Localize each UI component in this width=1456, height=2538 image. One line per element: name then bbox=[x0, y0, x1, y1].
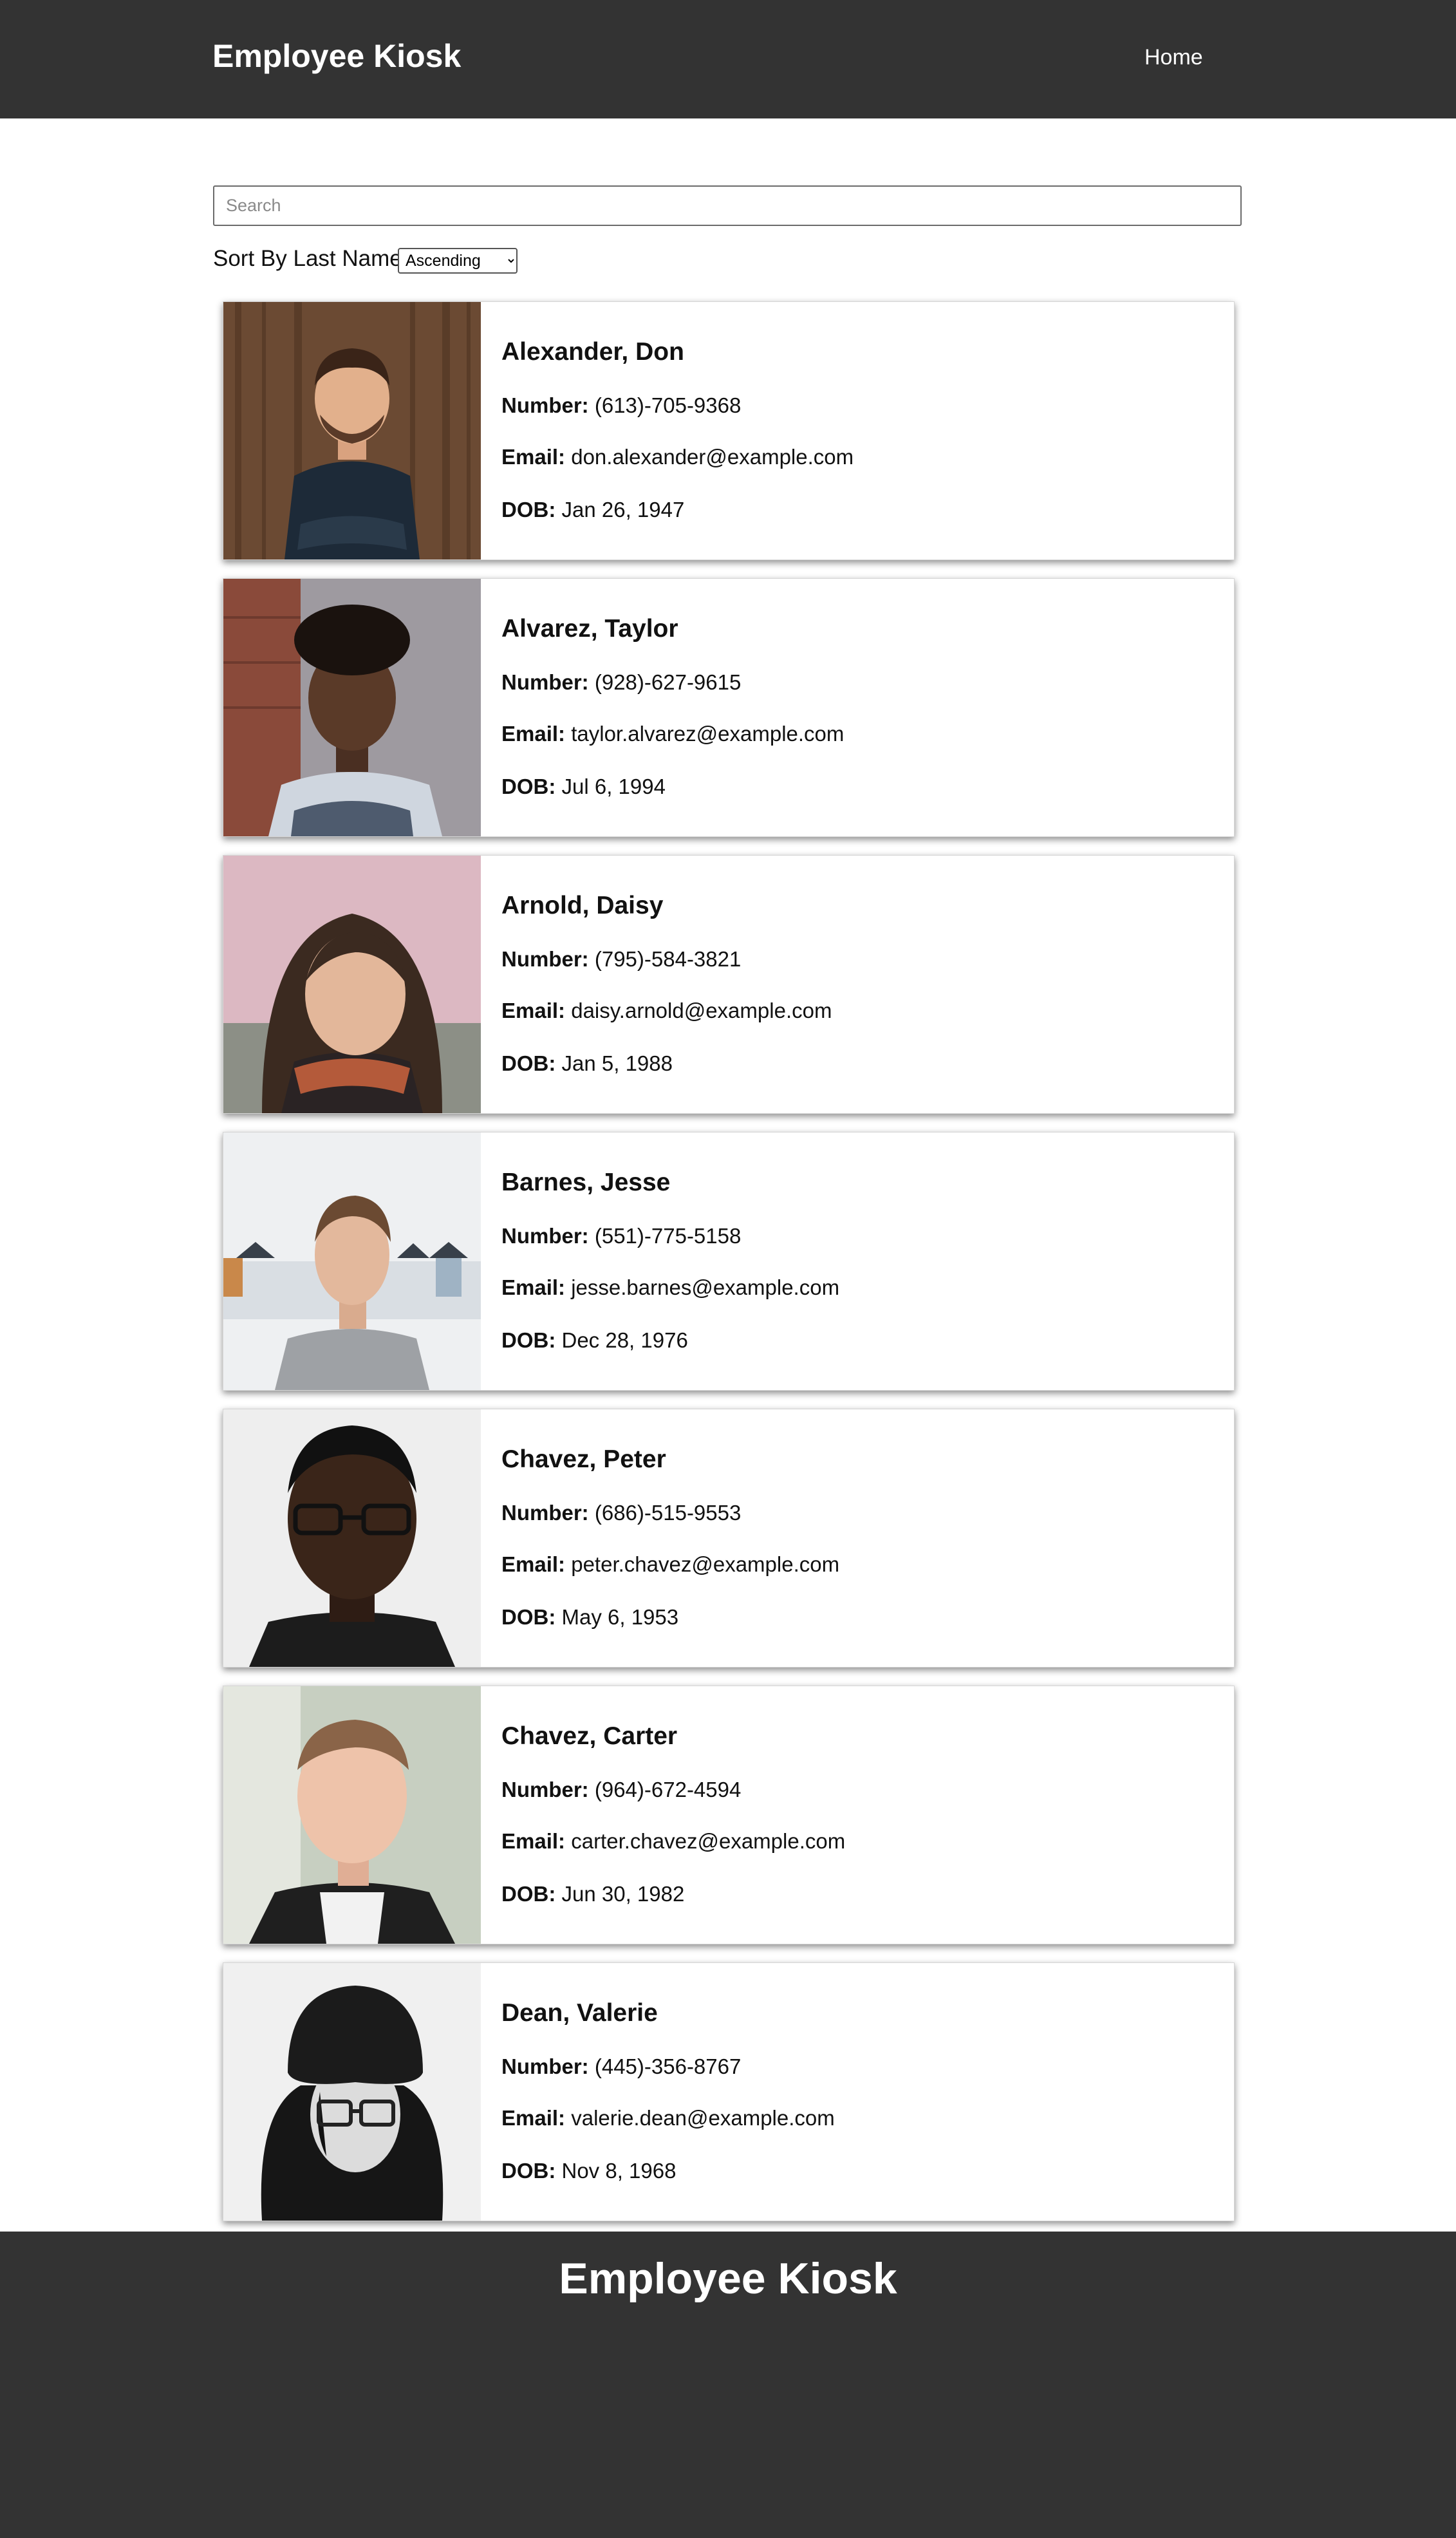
dob-label: DOB: bbox=[501, 2159, 556, 2183]
email-value: daisy.arnold@example.com bbox=[571, 999, 832, 1022]
employee-dob: DOB: Jan 5, 1988 bbox=[501, 1051, 673, 1076]
employee-photo bbox=[223, 1963, 481, 2221]
employee-email: Email: don.alexander@example.com bbox=[501, 445, 854, 469]
dob-value: Jun 30, 1982 bbox=[561, 1882, 685, 1906]
employee-number: Number: (445)-356-8767 bbox=[501, 2054, 741, 2079]
dob-label: DOB: bbox=[501, 1605, 556, 1629]
number-value: (795)-584-3821 bbox=[594, 947, 742, 971]
email-value: don.alexander@example.com bbox=[571, 445, 854, 469]
email-label: Email: bbox=[501, 1552, 566, 1576]
employee-card: Alvarez, Taylor Number: (928)-627-9615 E… bbox=[223, 578, 1235, 837]
dob-label: DOB: bbox=[501, 775, 556, 798]
employee-photo bbox=[223, 1133, 481, 1390]
number-value: (613)-705-9368 bbox=[594, 393, 742, 417]
employee-card: Alexander, Don Number: (613)-705-9368 Em… bbox=[223, 301, 1235, 560]
number-label: Number: bbox=[501, 947, 589, 971]
number-value: (551)-775-5158 bbox=[594, 1224, 742, 1248]
employee-email: Email: carter.chavez@example.com bbox=[501, 1829, 845, 1854]
employee-number: Number: (964)-672-4594 bbox=[501, 1778, 741, 1802]
employee-dob: DOB: Jan 26, 1947 bbox=[501, 498, 684, 522]
number-value: (964)-672-4594 bbox=[594, 1778, 742, 1801]
dob-label: DOB: bbox=[501, 1051, 556, 1075]
number-label: Number: bbox=[501, 2054, 589, 2078]
email-value: jesse.barnes@example.com bbox=[571, 1275, 840, 1299]
sort-order-select[interactable]: Ascending bbox=[398, 248, 518, 274]
search-input[interactable] bbox=[213, 185, 1242, 226]
dob-value: Jan 26, 1947 bbox=[561, 498, 685, 522]
email-label: Email: bbox=[501, 722, 566, 746]
employee-number: Number: (928)-627-9615 bbox=[501, 670, 741, 695]
top-navbar: Employee Kiosk Home bbox=[0, 0, 1456, 118]
employee-name: Arnold, Daisy bbox=[501, 892, 664, 919]
employee-card: Dean, Valerie Number: (445)-356-8767 Ema… bbox=[223, 1962, 1235, 2221]
employee-number: Number: (686)-515-9553 bbox=[501, 1501, 741, 1525]
employee-name: Alvarez, Taylor bbox=[501, 615, 678, 643]
email-label: Email: bbox=[501, 2106, 566, 2130]
email-value: valerie.dean@example.com bbox=[571, 2106, 835, 2130]
number-label: Number: bbox=[501, 670, 589, 694]
footer-title: Employee Kiosk bbox=[559, 2254, 897, 2303]
email-value: taylor.alvarez@example.com bbox=[571, 722, 845, 746]
employee-photo bbox=[223, 579, 481, 836]
employee-dob: DOB: Jun 30, 1982 bbox=[501, 1882, 684, 1906]
employee-dob: DOB: Jul 6, 1994 bbox=[501, 775, 666, 799]
dob-value: Nov 8, 1968 bbox=[561, 2159, 677, 2183]
employee-card: Chavez, Carter Number: (964)-672-4594 Em… bbox=[223, 1686, 1235, 1944]
email-label: Email: bbox=[501, 445, 566, 469]
employee-card: Chavez, Peter Number: (686)-515-9553 Ema… bbox=[223, 1409, 1235, 1668]
employee-email: Email: jesse.barnes@example.com bbox=[501, 1275, 839, 1300]
employee-dob: DOB: May 6, 1953 bbox=[501, 1605, 678, 1630]
employee-name: Dean, Valerie bbox=[501, 1999, 658, 2027]
dob-value: Jul 6, 1994 bbox=[561, 775, 666, 798]
number-value: (686)-515-9553 bbox=[594, 1501, 742, 1525]
dob-label: DOB: bbox=[501, 498, 556, 522]
employee-name: Chavez, Carter bbox=[501, 1722, 678, 1750]
dob-value: Jan 5, 1988 bbox=[561, 1051, 673, 1075]
employee-number: Number: (551)-775-5158 bbox=[501, 1224, 741, 1248]
brand-title[interactable]: Employee Kiosk bbox=[212, 37, 461, 75]
employee-dob: DOB: Nov 8, 1968 bbox=[501, 2159, 676, 2183]
number-label: Number: bbox=[501, 393, 589, 417]
employee-photo bbox=[223, 302, 481, 559]
email-label: Email: bbox=[501, 1829, 566, 1853]
email-label: Email: bbox=[501, 1275, 566, 1299]
employee-email: Email: peter.chavez@example.com bbox=[501, 1552, 839, 1577]
number-label: Number: bbox=[501, 1501, 589, 1525]
employee-email: Email: daisy.arnold@example.com bbox=[501, 999, 832, 1023]
email-value: peter.chavez@example.com bbox=[571, 1552, 840, 1576]
employee-photo bbox=[223, 1409, 481, 1667]
employee-photo bbox=[223, 856, 481, 1113]
number-value: (928)-627-9615 bbox=[594, 670, 742, 694]
nav-home-link[interactable]: Home bbox=[1144, 45, 1203, 70]
page-footer: Employee Kiosk bbox=[0, 2232, 1456, 2538]
employee-dob: DOB: Dec 28, 1976 bbox=[501, 1328, 688, 1353]
employee-name: Chavez, Peter bbox=[501, 1445, 666, 1473]
dob-label: DOB: bbox=[501, 1328, 556, 1352]
email-value: carter.chavez@example.com bbox=[571, 1829, 846, 1853]
employee-name: Alexander, Don bbox=[501, 338, 684, 366]
dob-value: May 6, 1953 bbox=[561, 1605, 679, 1629]
dob-value: Dec 28, 1976 bbox=[561, 1328, 688, 1352]
number-label: Number: bbox=[501, 1224, 589, 1248]
employee-number: Number: (613)-705-9368 bbox=[501, 393, 741, 418]
employee-card: Barnes, Jesse Number: (551)-775-5158 Ema… bbox=[223, 1132, 1235, 1391]
number-label: Number: bbox=[501, 1778, 589, 1801]
dob-label: DOB: bbox=[501, 1882, 556, 1906]
sort-label: Sort By Last Name: bbox=[213, 246, 409, 271]
employee-photo bbox=[223, 1686, 481, 1944]
employee-email: Email: valerie.dean@example.com bbox=[501, 2106, 835, 2130]
employee-card: Arnold, Daisy Number: (795)-584-3821 Ema… bbox=[223, 855, 1235, 1114]
employee-name: Barnes, Jesse bbox=[501, 1169, 671, 1196]
email-label: Email: bbox=[501, 999, 566, 1022]
number-value: (445)-356-8767 bbox=[594, 2054, 742, 2078]
employee-email: Email: taylor.alvarez@example.com bbox=[501, 722, 844, 746]
employee-number: Number: (795)-584-3821 bbox=[501, 947, 741, 972]
